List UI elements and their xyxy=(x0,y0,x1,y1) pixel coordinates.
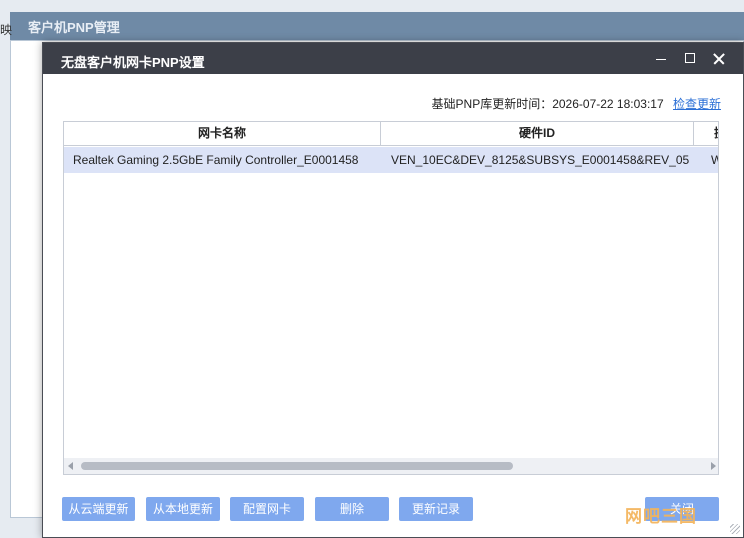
configure-nic-button[interactable]: 配置网卡 xyxy=(230,497,304,521)
dialog-title: 无盘客户机网卡PNP设置 xyxy=(61,55,205,70)
watermark-logo: 网吧三国 xyxy=(625,507,697,526)
maximize-icon[interactable] xyxy=(680,49,700,69)
update-log-button[interactable]: 更新记录 xyxy=(399,497,473,521)
cell-hardware-id: VEN_10EC&DEV_8125&SUBSYS_E0001458&REV_05 xyxy=(391,153,690,167)
scroll-left-icon[interactable] xyxy=(68,462,73,470)
cell-truncated: W xyxy=(711,147,718,173)
table-header: 网卡名称 硬件ID 操 xyxy=(64,122,718,146)
table-row[interactable]: Realtek Gaming 2.5GbE Family Controller_… xyxy=(64,147,718,173)
column-header-nic-name[interactable]: 网卡名称 xyxy=(64,122,381,146)
close-icon[interactable] xyxy=(709,49,729,69)
update-time-label: 基础PNP库更新时间：2026-07-22 18:03:17 xyxy=(431,97,664,111)
minimize-icon[interactable] xyxy=(651,49,671,69)
scrollbar-thumb[interactable] xyxy=(81,462,513,470)
background-titlebar xyxy=(10,12,744,40)
column-header-truncated[interactable]: 操 xyxy=(694,122,718,146)
background-side-text: 映 xyxy=(0,23,13,37)
resize-grip-icon[interactable] xyxy=(730,524,740,534)
scroll-right-icon[interactable] xyxy=(711,462,716,470)
update-info: 基础PNP库更新时间：2026-07-22 18:03:17 检查更新 xyxy=(432,95,721,112)
pnp-settings-dialog: 无盘客户机网卡PNP设置 基础PNP库更新时间：2026-07-22 18:03… xyxy=(42,42,744,538)
local-update-button[interactable]: 从本地更新 xyxy=(146,497,220,521)
nic-table: 网卡名称 硬件ID 操 Realtek Gaming 2.5GbE Family… xyxy=(63,121,719,475)
dialog-titlebar[interactable]: 无盘客户机网卡PNP设置 xyxy=(43,43,743,74)
column-header-hardware-id[interactable]: 硬件ID xyxy=(381,122,694,146)
cell-nic-name: Realtek Gaming 2.5GbE Family Controller_… xyxy=(73,153,359,167)
check-update-link[interactable]: 检查更新 xyxy=(673,97,721,111)
background-window-title: 客户机PNP管理 xyxy=(28,20,120,35)
horizontal-scrollbar[interactable] xyxy=(64,458,718,474)
cloud-update-button[interactable]: 从云端更新 xyxy=(62,497,135,521)
delete-button[interactable]: 删除 xyxy=(315,497,389,521)
